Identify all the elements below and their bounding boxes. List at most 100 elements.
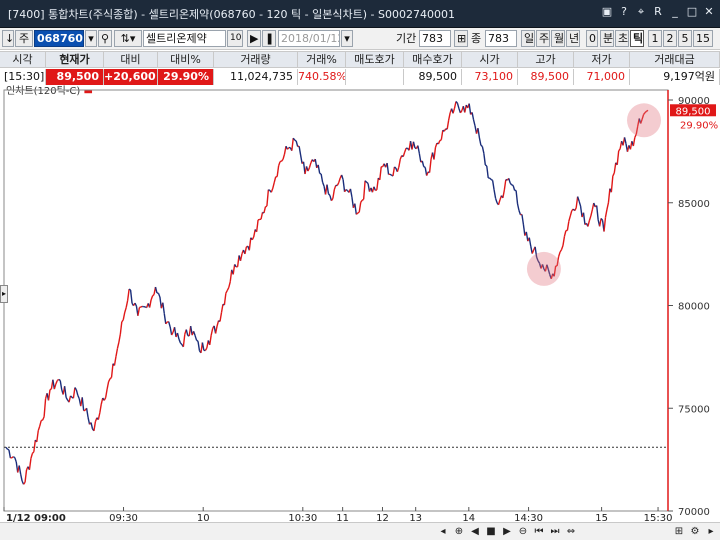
page-forward-icon[interactable]: ⏭ — [548, 525, 562, 539]
help-icon[interactable]: ? — [617, 4, 631, 20]
price-segment — [478, 137, 482, 146]
sort-icon[interactable]: ⇅▾ — [114, 30, 142, 47]
minimize-icon[interactable]: _ — [668, 4, 682, 20]
price-segment — [37, 426, 41, 431]
price-segment — [559, 249, 563, 253]
scroll-start-icon[interactable]: ◀ — [468, 525, 482, 539]
price-segment — [494, 198, 498, 203]
page-back-icon[interactable]: ⏮ — [532, 525, 546, 539]
price-segment — [55, 380, 58, 385]
price-segment — [194, 335, 198, 341]
price-segment — [459, 110, 463, 114]
interval-5[interactable]: 5 — [678, 30, 692, 47]
price-segment — [18, 465, 22, 475]
price-segment — [248, 237, 252, 251]
price-segment — [216, 320, 220, 327]
price-segment — [163, 313, 167, 324]
scroll-down-icon[interactable]: ↓ — [2, 30, 14, 47]
close-icon[interactable]: ✕ — [702, 4, 716, 20]
play-icon[interactable]: ▶ — [247, 30, 261, 47]
link-icon[interactable]: ▣ — [600, 4, 614, 20]
interval-second[interactable]: 초 — [615, 30, 629, 47]
value-volume: 11,024,735 — [214, 69, 298, 85]
stop-icon[interactable]: ■ — [484, 525, 498, 539]
search-icon[interactable]: ⚲ — [98, 30, 112, 47]
pin-icon[interactable]: ⌖ — [634, 4, 648, 20]
price-segment — [477, 128, 481, 139]
price-segment — [588, 215, 592, 221]
lock-icon[interactable]: ⊞ — [454, 30, 468, 47]
price-segment — [326, 184, 330, 194]
date-field[interactable]: 2018/01/12 — [278, 30, 340, 47]
stock-name-field[interactable]: 셀트리온제약 — [143, 30, 226, 47]
interval-month[interactable]: 월 — [551, 30, 565, 47]
next-icon[interactable]: ❚ — [262, 30, 276, 47]
interval-day[interactable]: 일 — [521, 30, 535, 47]
toggle-icon[interactable]: ⇔ — [564, 525, 578, 539]
price-segment — [68, 395, 72, 403]
price-segment — [58, 378, 61, 382]
scroll-left-icon[interactable]: ◂ — [436, 525, 450, 539]
price-segment — [107, 378, 111, 382]
price-segment — [276, 165, 280, 177]
price-segment — [417, 145, 421, 154]
price-segment — [489, 177, 492, 181]
price-segment — [404, 147, 407, 153]
price-segment — [481, 146, 485, 154]
value-ask — [346, 69, 404, 85]
price-segment — [508, 178, 511, 184]
period-input[interactable]: 783 — [419, 30, 451, 47]
zoom-in-icon[interactable]: ⊕ — [452, 525, 466, 539]
count-input[interactable]: 783 — [485, 30, 517, 47]
price-segment — [521, 214, 525, 225]
zoom-out-icon[interactable]: ⊖ — [516, 525, 530, 539]
price-segment — [272, 182, 275, 189]
price-segment — [47, 389, 51, 401]
price-segment — [332, 189, 336, 199]
price-segment — [314, 158, 318, 168]
price-segment — [148, 299, 152, 308]
price-segment — [423, 166, 426, 168]
price-segment — [396, 166, 400, 172]
expand-icon[interactable]: ▸ — [704, 525, 718, 539]
interval-2[interactable]: 2 — [663, 30, 677, 47]
interval-tick[interactable]: 틱 — [630, 30, 644, 47]
chevron-down-icon[interactable]: ▾ — [85, 30, 97, 47]
price-segment — [168, 321, 171, 328]
maximize-icon[interactable]: □ — [685, 4, 699, 20]
price-segment — [150, 295, 154, 301]
price-segment — [557, 251, 561, 257]
price-segment — [223, 293, 227, 306]
y-tick-label: 85000 — [678, 199, 710, 210]
interval-week[interactable]: 주 — [536, 30, 550, 47]
price-segment — [531, 249, 535, 254]
calendar-icon[interactable]: ▾ — [341, 30, 353, 47]
refresh-icon[interactable]: R — [651, 4, 665, 20]
price-segment — [97, 412, 101, 420]
price-segment — [440, 130, 444, 140]
price-chart[interactable]: 90000850008000075000700001/12 09:00 09:30… — [0, 86, 720, 522]
interval-year[interactable]: 년 — [566, 30, 580, 47]
interval-15[interactable]: 15 — [693, 30, 713, 47]
interval-minute[interactable]: 분 — [600, 30, 614, 47]
interval-1[interactable]: 1 — [648, 30, 662, 47]
price-segment — [362, 180, 366, 200]
price-segment — [576, 196, 580, 202]
scroll-end-icon[interactable]: ▶ — [500, 525, 514, 539]
x-tick-label: 11 — [336, 513, 349, 522]
stock-code-input[interactable]: 068760 — [34, 30, 84, 47]
value-low: 71,000 — [574, 69, 630, 85]
price-segment — [587, 220, 591, 227]
stock-type-button[interactable]: 주 — [15, 30, 33, 47]
price-segment — [562, 236, 566, 246]
price-segment — [266, 189, 270, 207]
price-segment — [497, 199, 501, 206]
interval-zero[interactable]: 0 — [586, 30, 598, 47]
count-field[interactable]: 100 — [227, 30, 243, 47]
price-segment — [566, 221, 570, 231]
settings-icon[interactable]: ⚙ — [688, 525, 702, 539]
price-segment — [426, 171, 429, 176]
price-segment — [179, 342, 183, 346]
side-panel-handle[interactable]: ▸ — [0, 285, 8, 303]
grid-icon[interactable]: ⊞ — [672, 525, 686, 539]
